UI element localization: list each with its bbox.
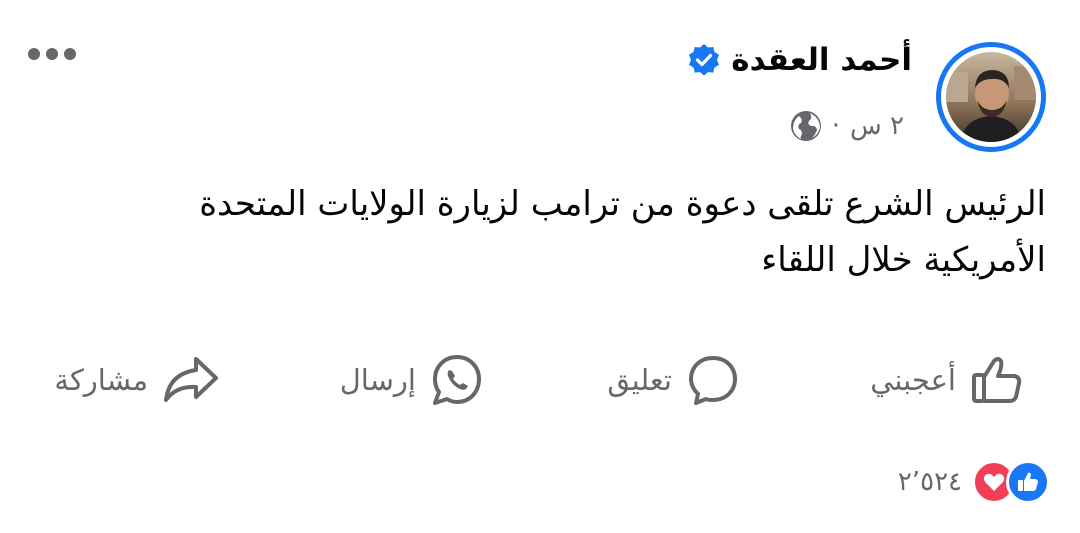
more-dot-icon: [64, 48, 76, 60]
like-button[interactable]: أعجبني: [870, 348, 1024, 412]
comment-button[interactable]: تعليق: [607, 348, 740, 412]
more-dot-icon: [46, 48, 58, 60]
reaction-count: ٢٬٥٢٤: [897, 467, 962, 497]
like-label: أعجبني: [870, 363, 956, 397]
verified-badge-icon: [687, 43, 721, 77]
post-text: الرئيس الشرع تلقى دعوة من ترامب لزيارة ا…: [106, 176, 1046, 288]
more-dot-icon: [28, 48, 40, 60]
avatar-image: [946, 52, 1036, 142]
share-arrow-icon: [162, 353, 220, 407]
author-name[interactable]: أحمد العقدة: [731, 42, 912, 78]
author-avatar[interactable]: [936, 42, 1046, 152]
reactions-summary[interactable]: ٢٬٥٢٤: [898, 458, 1050, 506]
meta-separator: ·: [831, 111, 841, 141]
post-text-line: الرئيس الشرع تلقى دعوة من ترامب لزيارة ا…: [199, 184, 1046, 224]
comment-bubble-icon: [686, 353, 740, 407]
send-label: إرسال: [339, 363, 416, 397]
share-button[interactable]: مشاركة: [54, 348, 220, 412]
thumbs-up-icon: [970, 353, 1024, 407]
whatsapp-icon: [430, 353, 484, 407]
post-text-line: الأمريكية خلال اللقاء: [761, 240, 1046, 280]
comment-label: تعليق: [607, 363, 672, 397]
author-row: أحمد العقدة: [687, 38, 912, 82]
send-button[interactable]: إرسال: [340, 348, 484, 412]
reaction-icons: [972, 460, 1050, 504]
post-meta: ٢ س ·: [790, 106, 904, 146]
globe-icon: [790, 110, 822, 142]
post-time[interactable]: ٢ س: [850, 111, 904, 141]
like-reaction-icon: [1006, 460, 1050, 504]
more-options-button[interactable]: [28, 48, 76, 60]
share-label: مشاركة: [54, 363, 148, 397]
